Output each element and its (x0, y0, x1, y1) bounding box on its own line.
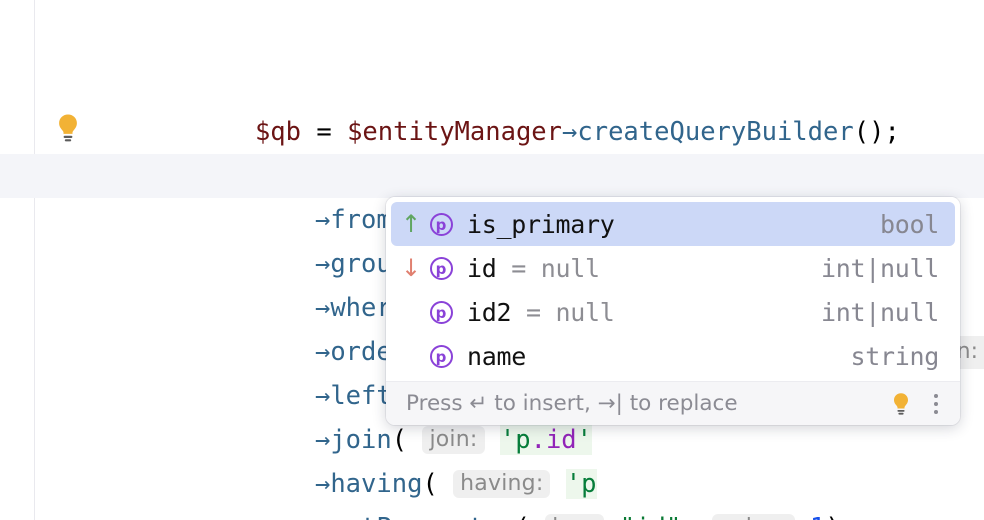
paren-close: ) (825, 513, 840, 520)
completion-item-type: int|null (821, 254, 939, 283)
code-line-2[interactable]: $qb→select( select: 'p') (0, 66, 984, 110)
completion-item-type: string (850, 342, 939, 371)
completion-hint-text: Press ↵ to insert, →| to replace (406, 391, 890, 416)
completion-item-name: id2 = null (467, 298, 821, 327)
completion-item-id2[interactable]: pid2 = nullint|null (391, 290, 955, 334)
code-line-11[interactable]: →setParameter( key: 1, value: 1); (0, 462, 984, 506)
completion-item-id[interactable]: ↓pid = nullint|null (391, 246, 955, 290)
completion-item-label: id2 (467, 298, 511, 327)
completion-item-name: id = null (467, 254, 821, 283)
completion-item-name[interactable]: pname string (391, 334, 955, 378)
completion-item-is_primary[interactable]: ↑ p is_primary bool (391, 202, 955, 246)
completion-item-default: = null (497, 254, 600, 283)
code-line-4[interactable]: →groupBy( groupBy: 'p.is_primary') (0, 154, 984, 198)
completion-item-label: is_primary (467, 210, 615, 239)
completion-item-name: is_primary (467, 210, 880, 239)
completion-list[interactable]: ↑pis_primarybool↓pid = nullint|nullpid2 … (386, 197, 960, 381)
number-1: 1 (810, 513, 825, 520)
completion-footer: Press ↵ to insert, →| to replace (386, 381, 960, 425)
sort-up-icon: ↑ (399, 212, 423, 236)
property-icon-letter: p (430, 301, 453, 324)
completion-item-name: name (467, 342, 850, 371)
sort-down-icon: ↓ (399, 256, 423, 280)
code-line-3[interactable]: →from( from: 'Product', alias: 'p') (0, 110, 984, 154)
lightbulb-icon[interactable] (890, 392, 912, 416)
completion-item-type: bool (880, 210, 939, 239)
property-icon: p (427, 210, 455, 238)
property-icon-letter: p (430, 213, 453, 236)
code-editor[interactable]: $qb = $entityManager→createQueryBuilder(… (0, 0, 984, 520)
code-completion-popup[interactable]: ↑pis_primarybool↓pid = nullint|nullpid2 … (386, 197, 960, 425)
completion-item-label: name (467, 342, 526, 371)
completion-item-label: id (467, 254, 497, 283)
completion-item-default: = null (511, 298, 614, 327)
property-icon: p (427, 298, 455, 326)
property-icon-letter: p (430, 345, 453, 368)
kebab-menu-icon[interactable] (926, 391, 946, 417)
property-icon: p (427, 342, 455, 370)
completion-item-type: int|null (821, 298, 939, 327)
property-icon-letter: p (430, 257, 453, 280)
property-icon: p (427, 254, 455, 282)
code-line-1[interactable]: $qb = $entityManager→createQueryBuilder(… (0, 22, 984, 66)
